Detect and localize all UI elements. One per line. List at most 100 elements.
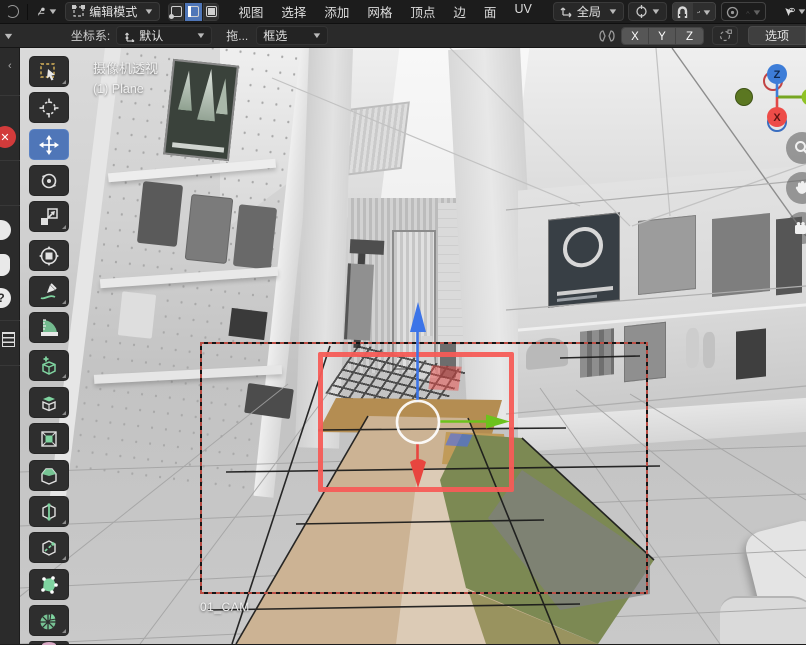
vertex-select-mode-button[interactable] [168, 3, 184, 21]
collapse-left-icon[interactable]: ‹ [8, 60, 12, 72]
left-edge-panel: ‹ ✕ ? [0, 48, 20, 644]
axis-x-label: X [773, 112, 781, 124]
falloff-curve-icon [746, 7, 750, 18]
drag-mode-value: 框选 [263, 27, 309, 44]
tool-bevel[interactable] [29, 460, 69, 491]
proportional-edit-icon [726, 6, 739, 19]
pivot-dropdown[interactable]: ▼ [628, 2, 667, 21]
snap-increment-icon [697, 7, 701, 18]
chevron-down-icon: ▼ [751, 8, 762, 17]
selected-face-marker [428, 365, 461, 391]
mode-dropdown[interactable]: 编辑模式 ▼ [65, 2, 160, 21]
axis-ball-y-neg[interactable] [736, 89, 753, 106]
editor-type-button[interactable]: ▼ [33, 2, 62, 21]
camera-frame-left[interactable] [200, 342, 202, 594]
face-select-mode-button[interactable] [203, 3, 219, 21]
active-object-label: (1) Plane [93, 82, 144, 96]
wall-seams [506, 180, 806, 414]
close-icon[interactable]: ✕ [0, 126, 16, 148]
orientation-icon [560, 5, 573, 18]
axis-z-label: Z [774, 69, 781, 81]
face-mode-icon [206, 6, 217, 17]
tool-add-cube[interactable] [29, 350, 69, 381]
select-visibility-icon [784, 5, 795, 19]
collapse-chevron-icon[interactable]: ▼ [2, 31, 14, 41]
divider [27, 4, 28, 20]
tool-move[interactable] [29, 129, 69, 160]
mirror-z-button[interactable]: Z [676, 28, 703, 45]
correct-face-attributes-button[interactable] [712, 26, 738, 45]
orientation-label: 全局 [577, 3, 605, 20]
menu-mesh[interactable]: 网格 [358, 2, 401, 21]
drag-label: 拖... [226, 27, 248, 44]
mirror-y-button[interactable]: Y [649, 28, 676, 45]
camera-frame-right[interactable] [646, 342, 648, 594]
corner-editor-icon[interactable] [2, 2, 22, 21]
menu-add[interactable]: 添加 [315, 2, 358, 21]
tool-cursor[interactable] [29, 92, 69, 123]
magnet-icon [676, 6, 689, 19]
magnifier-icon [794, 140, 806, 156]
chevron-down-icon: ▼ [607, 7, 618, 16]
dashed-circle-icon [719, 29, 732, 42]
menu-edge[interactable]: 边 [444, 2, 475, 21]
tool-orientation-dropdown[interactable]: 默认 ▼ [116, 26, 212, 45]
circle-tool-icon[interactable] [0, 220, 11, 240]
menu-uv[interactable]: UV [505, 2, 540, 21]
help-icon[interactable]: ? [0, 288, 11, 308]
chevron-down-icon: ▼ [312, 31, 323, 40]
chevron-down-icon: ▼ [650, 7, 661, 16]
edit-mode-icon [72, 5, 85, 18]
tool-annotate[interactable] [29, 276, 69, 307]
tool-transform[interactable] [29, 240, 69, 271]
edge-select-mode-button[interactable] [185, 3, 201, 21]
proportional-edit-button[interactable] [722, 3, 742, 21]
camera-name-label: 01_CAM [200, 600, 250, 614]
selected-plane-outline[interactable] [318, 352, 514, 492]
orientation-setting-label: 坐标系: [71, 27, 110, 44]
falloff-dropdown[interactable]: ▼ [742, 3, 765, 21]
menu-face[interactable]: 面 [475, 2, 506, 21]
editor-type-icon [37, 5, 48, 19]
tool-knife[interactable] [29, 532, 69, 563]
camera-frame-top[interactable] [200, 342, 648, 344]
options-label: 选项 [765, 27, 789, 44]
pivot-icon [635, 5, 648, 18]
nav-axis-gizmo[interactable]: Z X [732, 56, 806, 136]
tool-spin[interactable] [29, 605, 69, 636]
tool-select-box[interactable] [29, 56, 69, 87]
tool-measure[interactable] [29, 312, 69, 343]
snap-settings-dropdown[interactable]: ▼ [693, 3, 716, 21]
tool-scale[interactable] [29, 201, 69, 232]
tool-inset-faces[interactable] [29, 423, 69, 454]
ceiling-seams [272, 48, 806, 226]
hand-tool-icon[interactable] [0, 254, 10, 276]
menu-select[interactable]: 选择 [272, 2, 315, 21]
mode-label: 编辑模式 [89, 3, 141, 20]
view-perspective-label: 摄像机透视 [93, 58, 158, 77]
chevron-down-icon: ▼ [196, 31, 207, 40]
tool-extrude-region[interactable] [29, 387, 69, 418]
camera-frame-bottom[interactable] [200, 592, 648, 594]
axis-ball-y-pos[interactable] [802, 89, 806, 106]
snap-toggle-button[interactable] [673, 3, 693, 21]
tool-rotate[interactable] [29, 165, 69, 196]
vertex-mode-icon [171, 6, 182, 17]
menu-vertex[interactable]: 顶点 [401, 2, 444, 21]
mirror-x-button[interactable]: X [622, 28, 649, 45]
chevron-down-icon: ▼ [797, 7, 806, 16]
orientation-dropdown[interactable]: 全局 ▼ [553, 2, 624, 21]
scene-linework [20, 48, 806, 644]
mirror-icon [598, 29, 616, 43]
camera-icon [794, 222, 806, 235]
options-button[interactable]: 选项 [748, 26, 806, 45]
drag-mode-dropdown[interactable]: 框选 ▼ [256, 26, 328, 45]
chevron-down-icon: ▼ [48, 7, 59, 16]
menu-view[interactable]: 视图 [229, 2, 272, 21]
tool-loop-cut[interactable] [29, 496, 69, 527]
viewport-3d[interactable]: 01_CAM 摄像机透视 (1) Plane Z X [20, 48, 806, 644]
visibility-dropdown[interactable]: ▼ [784, 2, 806, 21]
tool-poly-build[interactable] [29, 569, 69, 600]
edge-mode-icon [188, 6, 199, 17]
grid-panel-icon[interactable] [2, 332, 15, 347]
